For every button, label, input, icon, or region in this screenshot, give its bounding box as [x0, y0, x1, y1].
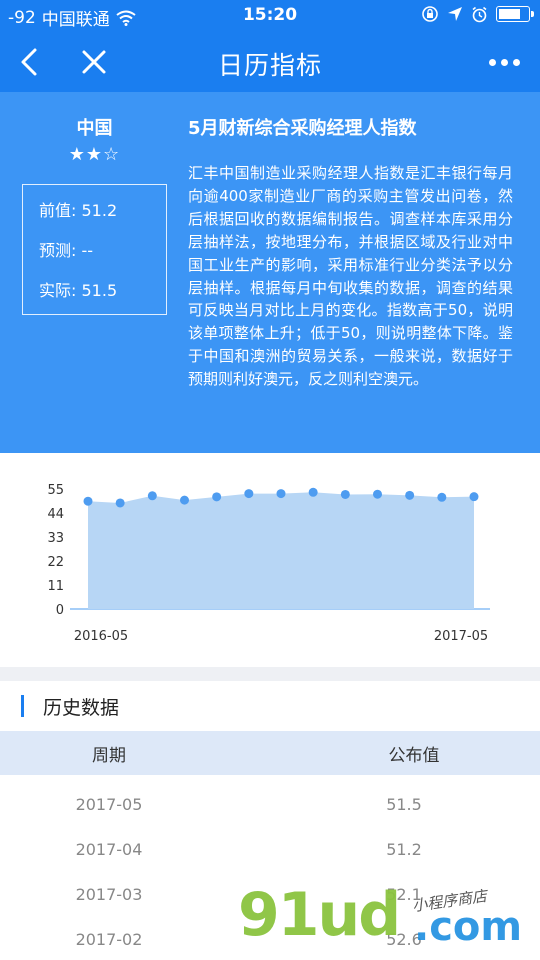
data-point[interactable] — [340, 489, 350, 499]
indicator-title: 5月财新综合采购经理人指数 — [188, 118, 417, 139]
x-tick-label: 2016-05 — [74, 629, 128, 644]
history-chart: 0 11 22 33 44 55 2016-05 2017-05 — [0, 453, 540, 667]
table-row: 2017-05 51.5 — [0, 775, 540, 820]
history-header: 历史数据 — [0, 681, 540, 731]
table-row: 2017-04 51.2 — [0, 820, 540, 865]
data-point[interactable] — [115, 498, 125, 508]
data-point[interactable] — [276, 489, 286, 499]
actual-value: 51.5 — [81, 281, 118, 300]
period-cell: 2017-03 — [75, 885, 143, 904]
column-header-period: 周期 — [92, 746, 126, 766]
forecast-value: -- — [81, 241, 94, 260]
data-point[interactable] — [308, 487, 318, 497]
rotation-lock-icon — [422, 6, 438, 22]
table-row: 2017-02 52.6 — [0, 910, 540, 955]
forecast-row: 预测: -- — [39, 239, 166, 279]
page-title: 日历指标 — [217, 51, 322, 80]
value-cell: 51.5 — [386, 795, 422, 814]
previous-row: 前值: 51.2 — [39, 199, 166, 239]
forecast-label: 预测: — [39, 241, 77, 260]
data-point[interactable] — [212, 492, 222, 502]
battery-fill — [499, 9, 520, 19]
data-point[interactable] — [83, 496, 93, 506]
data-point[interactable] — [405, 490, 415, 500]
more-icon[interactable] — [484, 42, 524, 82]
actual-row: 实际: 51.5 — [39, 279, 166, 319]
value-cell: 52.1 — [386, 885, 422, 904]
area-series — [88, 492, 474, 609]
previous-label: 前值: — [39, 201, 77, 220]
country-name: 中国 — [76, 118, 113, 139]
table-row: 2017-03 52.1 — [0, 865, 540, 910]
previous-value: 51.2 — [81, 201, 118, 220]
data-point[interactable] — [469, 492, 479, 502]
alarm-icon — [472, 6, 487, 22]
importance-stars: ★★☆ — [68, 144, 121, 165]
section-accent-bar — [21, 695, 24, 717]
location-icon — [448, 7, 462, 21]
y-tick-label: 0 — [56, 603, 64, 618]
x-tick-label: 2017-05 — [434, 629, 488, 644]
status-right — [421, 5, 534, 23]
history-title: 历史数据 — [43, 697, 120, 719]
period-cell: 2017-05 — [75, 795, 143, 814]
y-tick-label: 44 — [47, 507, 64, 522]
value-cell: 52.6 — [386, 930, 422, 949]
data-point[interactable] — [180, 495, 189, 505]
data-point[interactable] — [147, 491, 157, 501]
y-tick-label: 33 — [47, 531, 64, 546]
area-chart: 0 11 22 33 44 55 2016-05 2017-05 — [47, 483, 490, 644]
data-point[interactable] — [244, 489, 254, 499]
section-divider — [0, 667, 540, 681]
more-dot — [488, 58, 496, 66]
battery-icon — [496, 6, 534, 22]
table-header: 周期 公布值 — [0, 731, 540, 775]
column-header-value: 公布值 — [388, 746, 440, 766]
y-tick-label: 11 — [47, 579, 64, 594]
actual-label: 实际: — [39, 281, 77, 300]
period-cell: 2017-04 — [75, 840, 143, 859]
status-bar: -92 中国联通 15:20 — [0, 0, 540, 32]
period-cell: 2017-02 — [75, 930, 143, 949]
data-point[interactable] — [437, 492, 447, 502]
more-dot — [512, 58, 520, 66]
indicator-description: 汇丰中国制造业采购经理人指数是汇丰银行每月向逾400家制造业厂商的采购主管发出问… — [188, 164, 513, 389]
nav-bar: 日历指标 — [0, 32, 540, 92]
values-box: 前值: 51.2 预测: -- 实际: 51.5 — [22, 184, 167, 315]
history-table: 2017-05 51.5 2017-04 51.2 2017-03 52.1 2… — [0, 775, 540, 955]
data-point[interactable] — [373, 489, 382, 499]
more-dot — [500, 58, 508, 66]
indicator-info-panel: 中国 ★★☆ 前值: 51.2 预测: -- 实际: 51.5 5月财新综合采购… — [0, 92, 540, 453]
y-tick-label: 22 — [47, 555, 64, 570]
y-tick-label: 55 — [47, 483, 64, 498]
value-cell: 51.2 — [386, 840, 422, 859]
